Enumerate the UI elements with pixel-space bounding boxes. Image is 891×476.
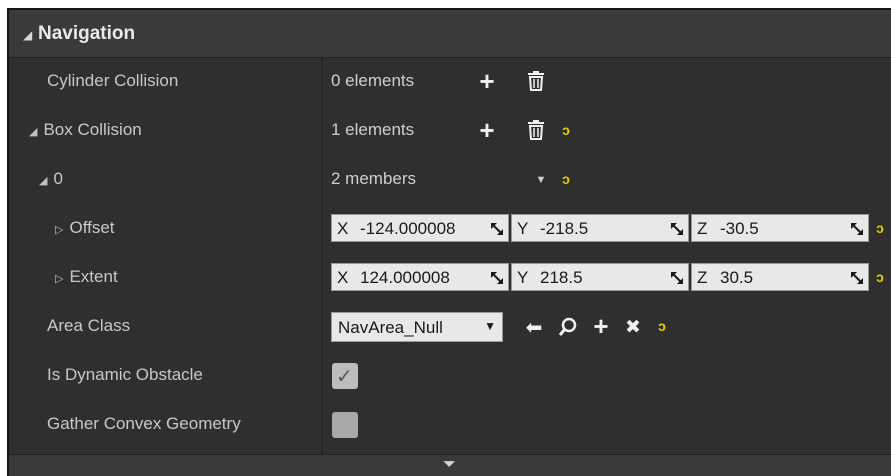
chevron-down-icon[interactable]: ▼ bbox=[534, 172, 548, 188]
axis-label: X bbox=[337, 219, 349, 238]
expand-arrow-icon[interactable]: ◢ bbox=[39, 175, 47, 187]
property-label: ▷ Offset bbox=[55, 218, 115, 238]
offset-x-field[interactable]: X -124.000008 bbox=[331, 214, 509, 242]
field-value: 30.5 bbox=[720, 268, 754, 287]
property-label: Gather Convex Geometry bbox=[47, 414, 241, 433]
clear-icon[interactable]: ✖ bbox=[622, 315, 644, 339]
extent-y-field[interactable]: Y 218.5 bbox=[511, 263, 689, 291]
offset-label: Offset bbox=[69, 218, 115, 237]
property-label: ◢ 0 bbox=[39, 169, 63, 189]
reset-to-default-icon[interactable]: ↄ bbox=[558, 121, 574, 139]
dynamic-obstacle-row: Is Dynamic Obstacle ✓ bbox=[9, 352, 891, 401]
section-title: Navigation bbox=[38, 23, 136, 44]
area-class-row: Area Class NavArea_Null ▼ ⬅ + ✖ ↄ bbox=[9, 303, 891, 352]
field-value: -30.5 bbox=[720, 219, 759, 238]
plus-icon[interactable]: + bbox=[589, 313, 613, 339]
drag-resize-icon[interactable] bbox=[670, 270, 684, 284]
drag-resize-icon[interactable] bbox=[850, 221, 864, 235]
dynamic-obstacle-checkbox[interactable]: ✓ bbox=[332, 363, 358, 389]
plus-icon[interactable]: + bbox=[475, 117, 499, 143]
drag-resize-icon[interactable] bbox=[490, 270, 504, 284]
drag-resize-icon[interactable] bbox=[490, 221, 504, 235]
array-element-row: ◢ 0 2 members ▼ ↄ bbox=[9, 156, 891, 205]
drag-resize-icon[interactable] bbox=[850, 270, 864, 284]
field-value: -218.5 bbox=[540, 219, 589, 238]
extent-x-field[interactable]: X 124.000008 bbox=[331, 263, 509, 291]
axis-label: Z bbox=[697, 219, 708, 238]
field-value: -124.000008 bbox=[360, 219, 456, 238]
axis-label: Y bbox=[517, 219, 529, 238]
trash-icon[interactable] bbox=[526, 70, 546, 92]
member-count: 2 members bbox=[331, 169, 417, 188]
navigation-section-header[interactable]: ◢ Navigation bbox=[9, 10, 891, 58]
advanced-expander[interactable]: ⏷ bbox=[9, 454, 891, 476]
reset-to-default-icon[interactable]: ↄ bbox=[558, 170, 574, 188]
property-label: ◢ Box Collision bbox=[29, 120, 142, 140]
details-panel: ◢ Navigation Cylinder Collision 0 elemen… bbox=[7, 8, 891, 476]
plus-icon[interactable]: + bbox=[475, 68, 499, 94]
field-value: 218.5 bbox=[540, 268, 583, 287]
box-collision-row: ◢ Box Collision 1 elements + ↄ bbox=[9, 107, 891, 156]
reset-to-default-icon[interactable]: ↄ bbox=[873, 219, 887, 237]
property-label: Area Class bbox=[47, 316, 131, 335]
reset-to-default-icon[interactable]: ↄ bbox=[873, 268, 887, 286]
chevron-down-icon[interactable]: ⏷ bbox=[443, 457, 456, 473]
search-icon[interactable] bbox=[557, 315, 579, 339]
offset-row: ▷ Offset X -124.000008 Y -218.5 Z -30.5 ↄ bbox=[9, 205, 891, 254]
reset-to-default-icon[interactable]: ↄ bbox=[654, 317, 670, 335]
collapsed-arrow-icon[interactable]: ▷ bbox=[55, 273, 63, 285]
axis-label: X bbox=[337, 268, 349, 287]
axis-label: Z bbox=[697, 268, 708, 287]
convex-geometry-row: Gather Convex Geometry bbox=[9, 401, 891, 450]
extent-z-field[interactable]: Z 30.5 bbox=[691, 263, 869, 291]
offset-y-field[interactable]: Y -218.5 bbox=[511, 214, 689, 242]
selected-value: NavArea_Null bbox=[338, 318, 443, 337]
area-class-dropdown[interactable]: NavArea_Null ▼ bbox=[331, 312, 503, 342]
arrow-left-icon[interactable]: ⬅ bbox=[522, 315, 546, 339]
drag-resize-icon[interactable] bbox=[670, 221, 684, 235]
check-icon: ✓ bbox=[336, 366, 353, 388]
element-count: 0 elements bbox=[331, 71, 415, 90]
convex-geometry-checkbox[interactable] bbox=[332, 412, 358, 438]
chevron-down-icon: ▼ bbox=[484, 319, 496, 333]
cylinder-collision-row: Cylinder Collision 0 elements + bbox=[9, 58, 891, 107]
expand-arrow-icon[interactable]: ◢ bbox=[29, 126, 37, 138]
field-value: 124.000008 bbox=[360, 268, 450, 287]
element-count: 1 elements bbox=[331, 120, 415, 139]
property-label: Is Dynamic Obstacle bbox=[47, 365, 203, 384]
extent-label: Extent bbox=[69, 267, 118, 286]
element-index-label: 0 bbox=[53, 169, 63, 188]
expand-arrow-icon[interactable]: ◢ bbox=[23, 28, 32, 42]
box-collision-label: Box Collision bbox=[43, 120, 142, 139]
trash-icon[interactable] bbox=[526, 119, 546, 141]
collapsed-arrow-icon[interactable]: ▷ bbox=[55, 224, 63, 236]
offset-z-field[interactable]: Z -30.5 bbox=[691, 214, 869, 242]
property-label: ▷ Extent bbox=[55, 267, 118, 287]
extent-row: ▷ Extent X 124.000008 Y 218.5 Z 30.5 ↄ bbox=[9, 254, 891, 303]
property-label: Cylinder Collision bbox=[47, 71, 179, 90]
axis-label: Y bbox=[517, 268, 529, 287]
